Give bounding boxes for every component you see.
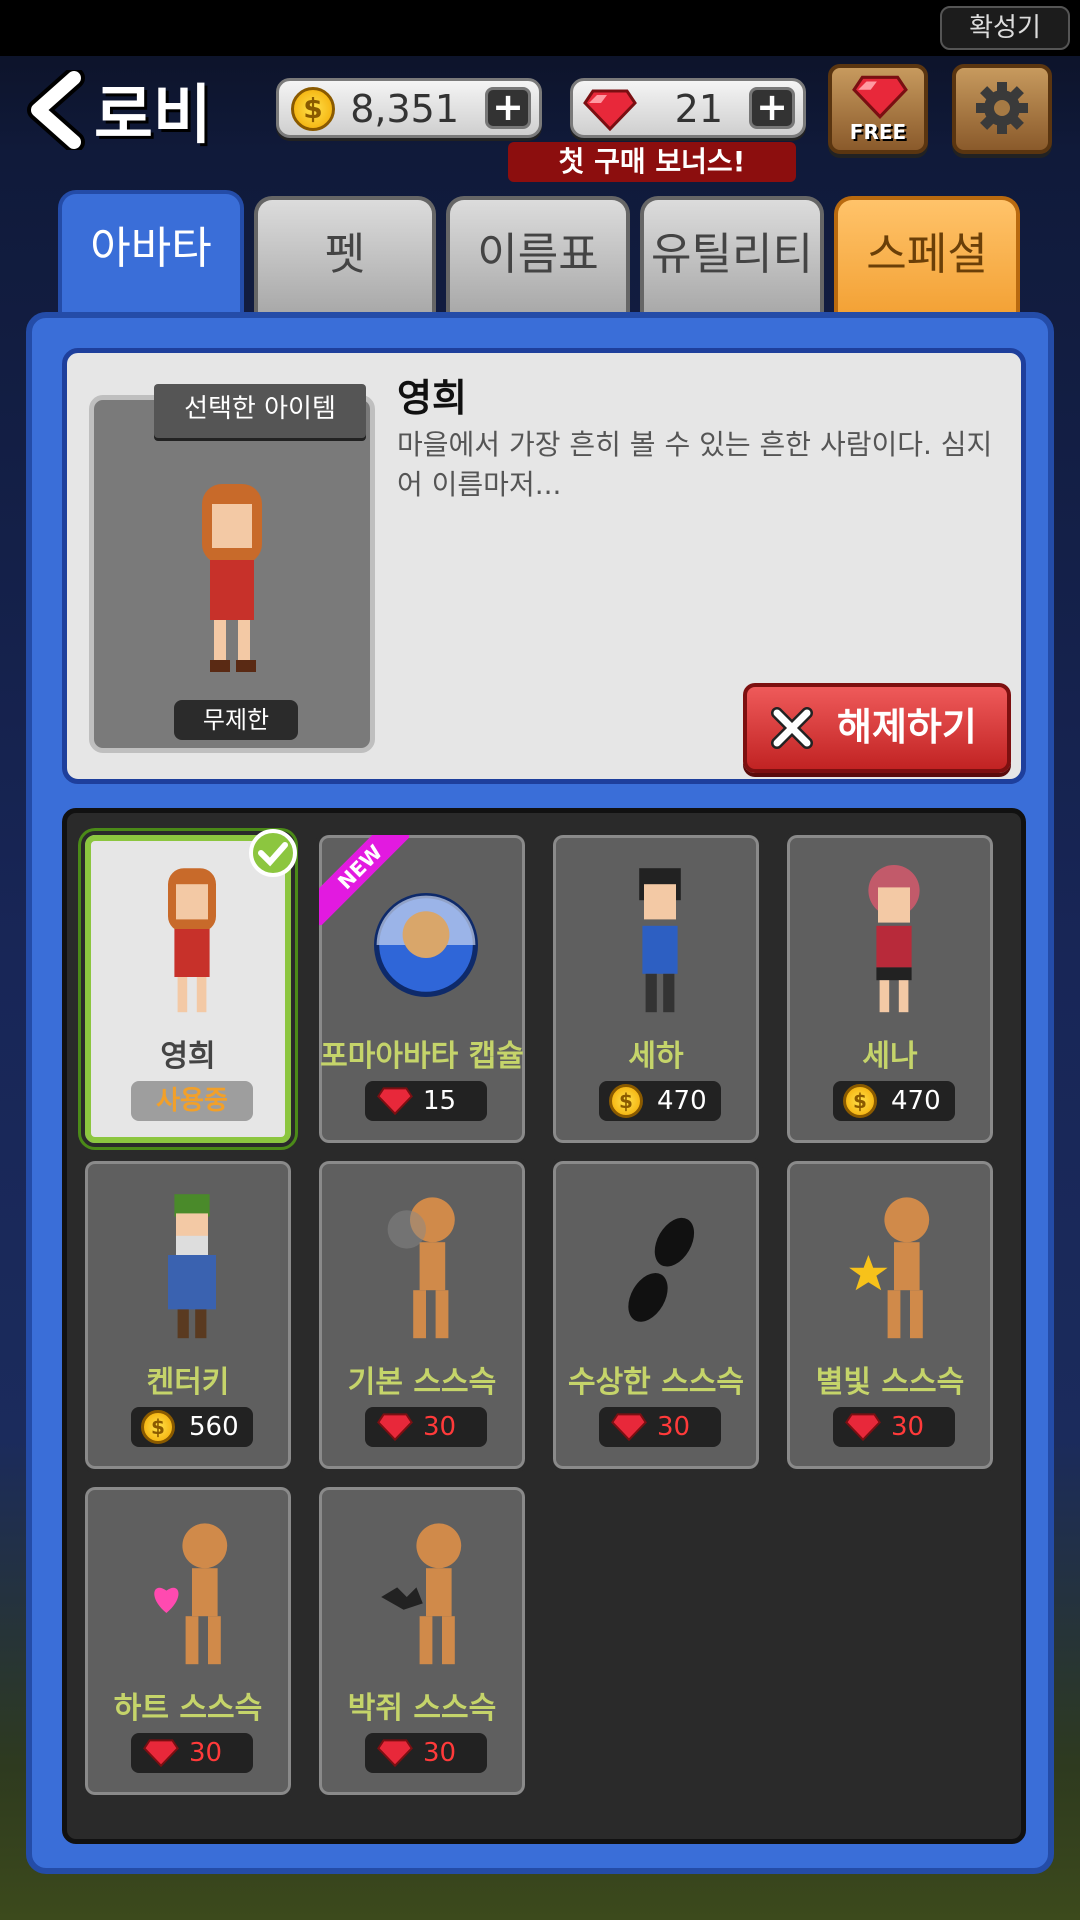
gem-icon [377, 1413, 413, 1442]
settings-button[interactable] [952, 64, 1052, 154]
gem-icon [583, 89, 637, 131]
character-icon [107, 1181, 277, 1361]
price-tag: $ 560 [131, 1407, 253, 1447]
coin-icon: $ [291, 87, 335, 131]
item-card-suspicious-dash[interactable]: 수상한 스스슥 30 [549, 1157, 763, 1473]
page-title: 로비 [94, 79, 212, 153]
in-use-badge: 사용중 [131, 1081, 253, 1121]
selected-item-description: 마을에서 가장 흔히 볼 수 있는 흔한 사람이다. 심지어 이름마저... [397, 428, 993, 501]
price-tag: 30 [365, 1407, 487, 1447]
free-gems-button[interactable]: FREE [828, 64, 928, 154]
first-purchase-bonus-label[interactable]: 첫 구매 보너스! [508, 142, 796, 182]
item-card-basic-dash[interactable]: 기본 스스슥 30 [315, 1157, 529, 1473]
item-grid: 영희 사용중 NEW 포마아바타 캡슐 15 세하 $ 470 세나 $ 470… [62, 808, 1026, 1844]
check-icon [249, 829, 297, 877]
price-tag: 30 [833, 1407, 955, 1447]
item-name: 별빛 스스슥 [815, 1365, 965, 1400]
coin-icon: $ [609, 1084, 643, 1118]
gem-value: 21 [674, 87, 723, 131]
tab-avatar[interactable]: 아바타 [58, 190, 244, 320]
item-card-bat-dash[interactable]: 박쥐 스스슥 30 [315, 1483, 529, 1799]
item-card-capsule[interactable]: NEW 포마아바타 캡슐 15 [315, 831, 529, 1147]
coin-icon: $ [843, 1084, 877, 1118]
gem-icon [845, 1413, 881, 1442]
character-icon [107, 855, 277, 1035]
system-bar: 확성기 [0, 0, 1080, 56]
character-sprite-icon [202, 484, 262, 672]
unequip-label: 해제하기 [837, 705, 977, 749]
item-name: 수상한 스스슥 [567, 1365, 745, 1400]
price-tag: $ 470 [599, 1081, 721, 1121]
item-card-starlight-dash[interactable]: 별빛 스스슥 30 [783, 1157, 997, 1473]
megaphone-button[interactable]: 확성기 [940, 6, 1070, 50]
item-name: 기본 스스슥 [347, 1365, 497, 1400]
back-button[interactable]: 로비 [22, 70, 222, 153]
item-card-sena[interactable]: 세나 $ 470 [783, 831, 997, 1147]
item-name: 세하 [628, 1039, 684, 1074]
item-name: 포마아바타 캡슐 [320, 1039, 524, 1074]
footprints-icon [575, 1181, 745, 1361]
gem-counter: 21 + [570, 78, 806, 138]
tab-utility[interactable]: 유틸리티 [640, 196, 824, 312]
coin-icon: $ [141, 1410, 175, 1444]
price-tag: 30 [131, 1733, 253, 1773]
back-arrow-icon [27, 70, 85, 150]
add-gems-button[interactable]: + [749, 87, 795, 129]
coin-value: 8,351 [350, 87, 459, 131]
gem-icon [611, 1413, 647, 1442]
selected-item-name: 영희 [397, 376, 467, 420]
selected-item-info: 선택한 아이템 무제한 영희 마을에서 가장 흔히 볼 수 있는 흔한 사람이다… [62, 348, 1026, 784]
add-coins-button[interactable]: + [485, 87, 531, 129]
item-card-kentucky[interactable]: 켄터키 $ 560 [81, 1157, 295, 1473]
gem-icon [377, 1739, 413, 1768]
item-card-heart-dash[interactable]: 하트 스스슥 30 [81, 1483, 295, 1799]
price-tag: $ 470 [833, 1081, 955, 1121]
item-card-seha[interactable]: 세하 $ 470 [549, 831, 763, 1147]
close-icon [771, 707, 813, 749]
tab-pet[interactable]: 펫 [254, 196, 436, 312]
unequip-button[interactable]: 해제하기 [743, 683, 1011, 773]
running-figure-icon [341, 1181, 511, 1361]
item-name: 세나 [862, 1039, 918, 1074]
tab-special[interactable]: 스페셜 [834, 196, 1020, 312]
price-tag: 30 [365, 1733, 487, 1773]
selected-item-banner: 선택한 아이템 [154, 384, 366, 438]
item-name: 켄터키 [146, 1365, 230, 1400]
price-tag: 15 [365, 1081, 487, 1121]
star-figure-icon [809, 1181, 979, 1361]
coin-counter: $ 8,351 + [276, 78, 542, 138]
shop-panel: 선택한 아이템 무제한 영희 마을에서 가장 흔히 볼 수 있는 흔한 사람이다… [26, 312, 1054, 1874]
item-name: 영희 [160, 1039, 216, 1074]
capsule-icon [341, 855, 511, 1035]
character-icon [575, 855, 745, 1035]
selected-item-portrait: 선택한 아이템 무제한 [89, 384, 375, 753]
tab-nametag[interactable]: 이름표 [446, 196, 630, 312]
free-label: FREE [849, 120, 907, 144]
item-name: 하트 스스슥 [113, 1691, 263, 1726]
item-card-younghee[interactable]: 영희 사용중 [81, 829, 297, 1147]
gem-icon [852, 75, 908, 119]
gem-icon [377, 1087, 413, 1116]
duration-badge: 무제한 [174, 700, 298, 740]
heart-figure-icon [107, 1507, 277, 1687]
gem-icon [143, 1739, 179, 1768]
bat-figure-icon [341, 1507, 511, 1687]
character-icon [809, 855, 979, 1035]
price-tag: 30 [599, 1407, 721, 1447]
gear-icon [976, 82, 1028, 134]
item-name: 박쥐 스스슥 [347, 1691, 497, 1726]
